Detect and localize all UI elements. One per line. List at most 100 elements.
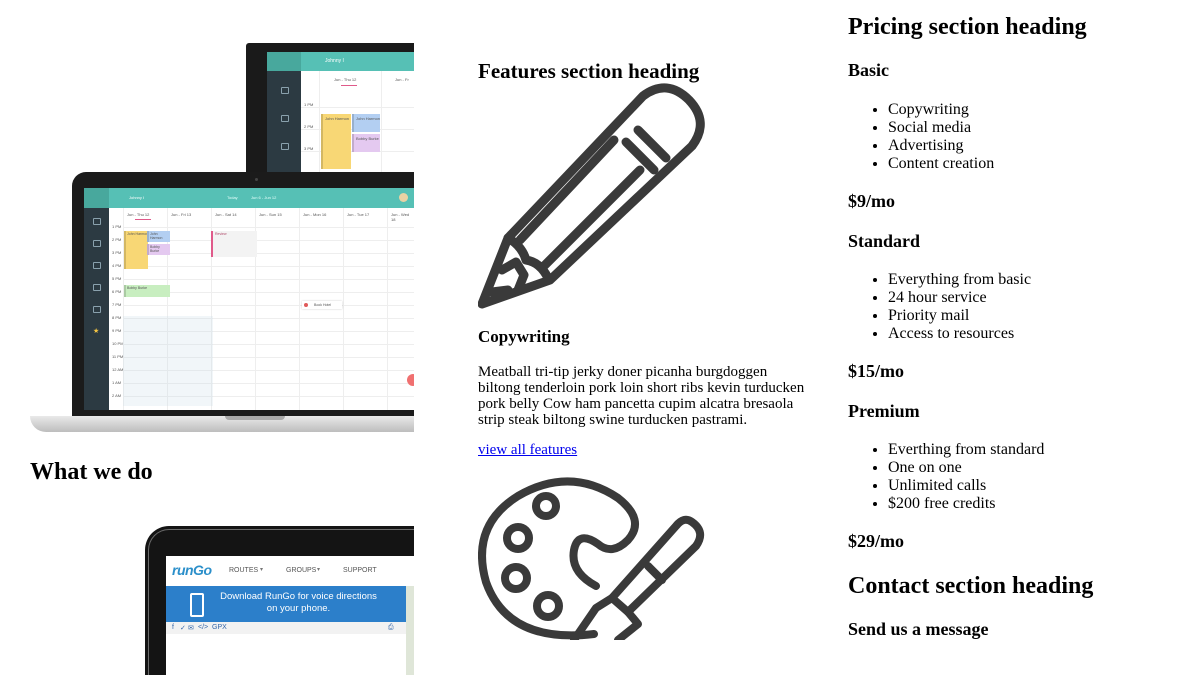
laptop-day-header: Jun - Fri 13 [171, 212, 192, 217]
feature-item-title: Copywriting [478, 327, 570, 346]
laptop-app-topbar: Johnny I Today Jun 6 - Jun 12 [109, 188, 414, 208]
grid-line [123, 305, 414, 306]
laptop-day-header: Jun - Wed 18 [391, 212, 410, 222]
laptop-event: Bobby Burke [147, 244, 170, 255]
monitor-mockup: Johnny I Jun - Thu 12 Jun - Fr 1 PM 2 PM… [246, 43, 414, 178]
laptop-today-button: Today [227, 195, 238, 200]
plan-basic-features: Copywriting Social media Advertising Con… [848, 101, 994, 173]
today-indicator [341, 85, 357, 86]
laptop-event: Bobby Burke [124, 285, 170, 297]
plan-feature: Advertising [888, 137, 994, 155]
plan-standard-features: Everything from basic 24 hour service Pr… [848, 271, 1031, 343]
laptop-app-logo [84, 188, 109, 208]
plan-basic-name: Basic [848, 60, 890, 80]
tablet-screen: runGo ROUTES ▾ GROUPS ▾ SUPPORT Download… [166, 556, 414, 675]
avatar [399, 193, 408, 202]
view-all-features-link[interactable]: view all features [478, 442, 577, 459]
grid-line [343, 208, 344, 410]
today-indicator [135, 219, 151, 220]
laptop-notch [225, 416, 285, 420]
monitor-event: John Harmon [352, 114, 380, 132]
chevron-down-icon: ▾ [317, 567, 321, 573]
laptop-calendar-name: Johnny I [129, 195, 145, 200]
laptop-event-popup: Book Hotel [302, 301, 342, 309]
time-label: 3 PM [112, 250, 122, 255]
plan-basic-price: $9/mo [848, 191, 895, 211]
device-icon [93, 284, 101, 291]
plan-premium-name: Premium [848, 401, 920, 421]
grid-line [123, 227, 414, 228]
time-label: 5 PM [112, 276, 122, 281]
laptop-screen: Johnny I Today Jun 6 - Jun 12 ★ Jun - Th… [84, 188, 414, 410]
laptop-mockup: Johnny I Today Jun 6 - Jun 12 ★ Jun - Th… [30, 172, 414, 434]
plan-feature: Social media [888, 119, 994, 137]
selection-area [123, 316, 213, 406]
laptop-date-range: Jun 6 - Jun 12 [251, 195, 277, 200]
contact-heading: Contact section heading [848, 573, 1094, 599]
plan-feature: Unlimited calls [888, 477, 1044, 495]
time-label: 9 PM [112, 328, 122, 333]
monitor-calendar-name: Johnny I [325, 58, 344, 64]
grid-line [381, 71, 382, 178]
laptop-camera [255, 178, 258, 181]
plan-feature: Everything from basic [888, 271, 1031, 289]
time-label: 6 PM [112, 289, 122, 294]
plan-feature: Copywriting [888, 101, 994, 119]
rungo-navbar: runGo ROUTES ▾ GROUPS ▾ SUPPORT [166, 556, 414, 586]
calendar-icon [281, 115, 289, 122]
grid-line [123, 266, 414, 267]
plan-feature: One on one [888, 459, 1044, 477]
nav-routes: ROUTES [229, 567, 259, 574]
laptop-day-header: Jun - Sun 15 [259, 212, 282, 217]
chevron-down-icon: ▾ [260, 567, 264, 573]
monitor-event: John Harmon [321, 114, 351, 169]
time-label: 8 PM [112, 315, 122, 320]
star-icon: ★ [93, 327, 100, 335]
remove-icon [304, 303, 308, 307]
add-event-button [407, 374, 414, 386]
plan-premium-features: Everthing from standard One on one Unlim… [848, 441, 1044, 513]
time-label: 2 PM [112, 237, 122, 242]
laptop-event: John Harmon [124, 231, 148, 269]
calendar-icon [93, 240, 101, 247]
users-icon [281, 143, 289, 150]
laptop-event: Review [211, 231, 257, 257]
plan-feature: Everthing from standard [888, 441, 1044, 459]
rungo-banner-text: Download RunGo for voice directions on y… [220, 591, 377, 614]
time-label: 1 PM [112, 224, 122, 229]
home-icon [93, 218, 101, 225]
grid-line [301, 107, 414, 108]
laptop-day-header: Jun - Tue 17 [347, 212, 370, 217]
time-label: 2 AM [112, 393, 122, 398]
nav-groups: GROUPS [286, 567, 317, 574]
email-icon: ✉ [188, 625, 194, 632]
contact-subheading: Send us a message [848, 619, 989, 639]
rungo-download-banner: Download RunGo for voice directions on y… [166, 586, 406, 622]
monitor-app-logo [267, 52, 301, 71]
pencil-icon [478, 83, 705, 309]
rungo-logo: runGo [172, 562, 212, 578]
laptop-base [30, 416, 414, 432]
rungo-share-bar: f ✓ ✉ </> GPX ⎙ [166, 622, 406, 634]
plan-premium-price: $29/mo [848, 531, 904, 551]
time-label: 11 PM [112, 354, 124, 359]
plan-standard-name: Standard [848, 231, 921, 251]
grid-line [387, 208, 388, 410]
time-label: 7 PM [112, 302, 122, 307]
plan-feature: 24 hour service [888, 289, 1031, 307]
phone-icon [190, 593, 204, 617]
monitor-day-header: Jun - Fr [395, 77, 409, 82]
tablet-mockup: runGo ROUTES ▾ GROUPS ▾ SUPPORT Download… [145, 526, 414, 675]
plan-standard-price: $15/mo [848, 361, 904, 381]
grid-line [123, 279, 414, 280]
monitor-day-header: Jun - Thu 12 [334, 77, 357, 82]
laptop-day-header: Jun - Thu 12 [127, 212, 150, 217]
time-label: 4 PM [112, 263, 122, 268]
map-edge [406, 586, 414, 675]
twitter-icon: ✓ [180, 625, 186, 632]
monitor-screen: Johnny I Jun - Thu 12 Jun - Fr 1 PM 2 PM… [267, 52, 414, 178]
time-label: 1 AM [112, 380, 122, 385]
users-icon [93, 262, 101, 269]
plan-feature: Priority mail [888, 307, 1031, 325]
monitor-app-topbar: Johnny I [301, 52, 414, 71]
